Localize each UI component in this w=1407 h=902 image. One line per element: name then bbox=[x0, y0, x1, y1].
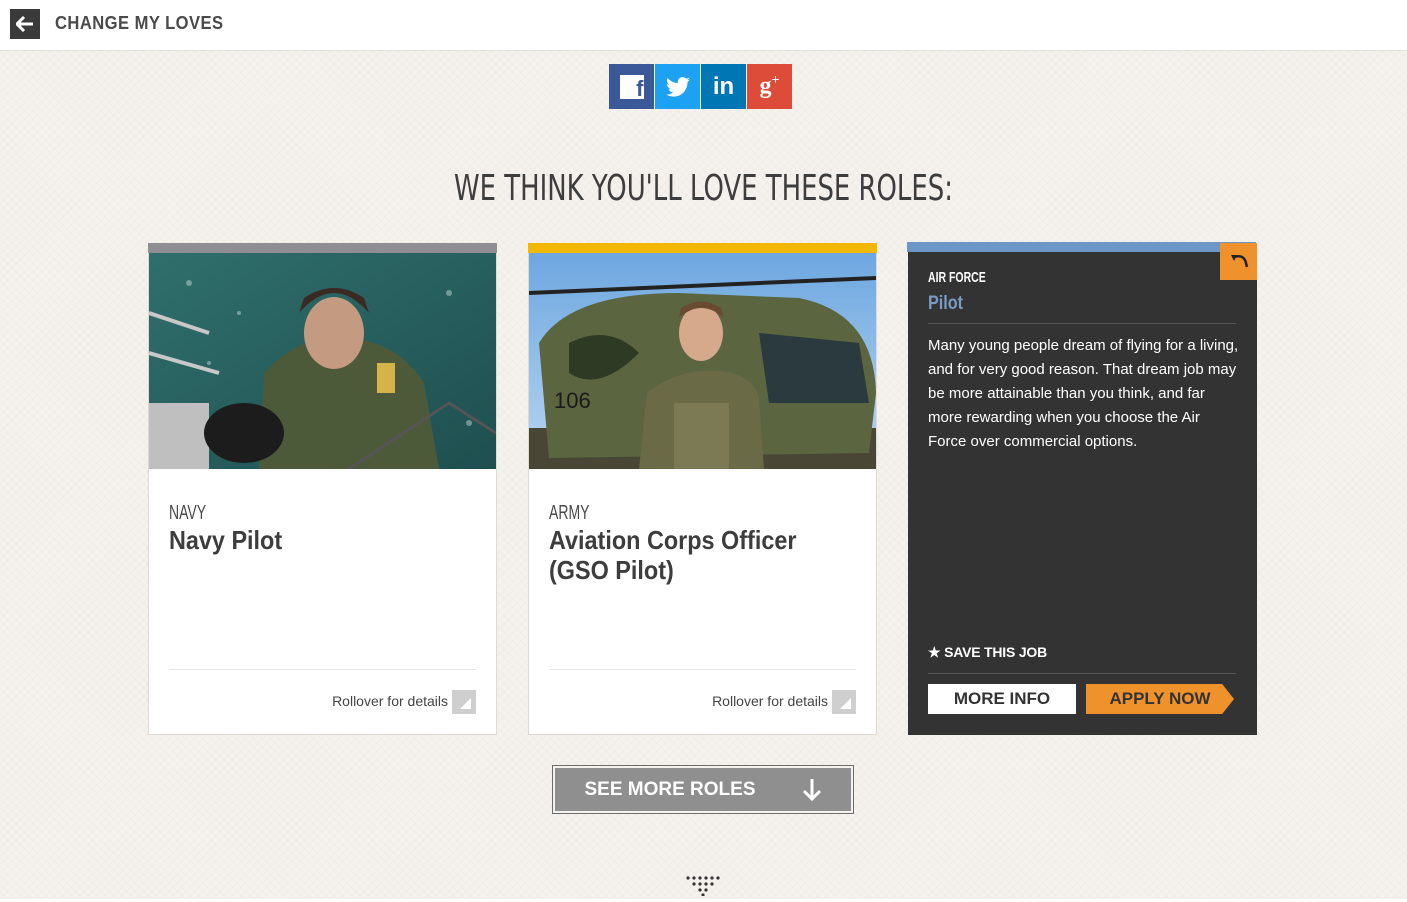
card-role-title: Aviation Corps Officer (GSO Pilot) bbox=[549, 525, 797, 585]
army-pilot-photo: 106 bbox=[529, 253, 876, 469]
more-info-button[interactable]: MORE INFO bbox=[928, 684, 1076, 714]
google-plus-share-button[interactable]: g+ bbox=[747, 64, 792, 109]
card-stripe bbox=[148, 243, 497, 253]
save-job-label: SAVE THIS JOB bbox=[944, 644, 1048, 660]
expand-corner-icon bbox=[452, 690, 476, 714]
card-stripe bbox=[907, 242, 1256, 252]
card-divider bbox=[549, 669, 856, 670]
card-divider bbox=[928, 323, 1236, 324]
card-stripe bbox=[528, 243, 877, 253]
rollover-hint: Rollover for details bbox=[712, 693, 828, 709]
role-card-army[interactable]: 106 ARMY Aviation Corps Officer (GSO Pil… bbox=[528, 243, 877, 735]
rollover-hint: Rollover for details bbox=[332, 693, 448, 709]
page-heading: WE THINK YOU'LL LOVE THESE ROLES: bbox=[454, 168, 953, 209]
twitter-icon bbox=[665, 76, 690, 97]
card-role-title: Navy Pilot bbox=[169, 525, 283, 555]
see-more-label: SEE MORE ROLES bbox=[584, 778, 756, 800]
star-icon: ★ bbox=[928, 644, 941, 660]
linkedin-icon: in bbox=[712, 72, 735, 100]
twitter-share-button[interactable] bbox=[655, 64, 700, 109]
arrow-left-icon bbox=[16, 16, 33, 32]
card-branch: NAVY bbox=[169, 502, 207, 524]
card-divider bbox=[169, 669, 476, 670]
save-job-button[interactable]: ★ SAVE THIS JOB bbox=[928, 644, 1047, 661]
flip-back-button[interactable] bbox=[1220, 243, 1257, 280]
svg-text:106: 106 bbox=[554, 388, 591, 413]
change-my-loves-link[interactable]: CHANGE MY LOVES bbox=[55, 13, 224, 34]
apply-now-button[interactable]: APPLY NOW bbox=[1086, 684, 1234, 714]
role-description: Many young people dream of flying for a … bbox=[928, 337, 1239, 450]
undo-arrow-icon bbox=[1230, 254, 1248, 267]
role-card-air-force[interactable]: AIR FORCE Pilot Many young people dream … bbox=[907, 242, 1257, 735]
social-share-bar: f in g+ bbox=[609, 64, 792, 109]
card-divider bbox=[928, 673, 1236, 674]
role-card-navy[interactable]: NAVY Navy Pilot Rollover for details bbox=[148, 243, 497, 735]
navy-pilot-photo bbox=[149, 253, 496, 469]
arrow-down-icon bbox=[802, 778, 821, 801]
back-button[interactable] bbox=[10, 9, 40, 39]
card-branch: ARMY bbox=[549, 502, 590, 524]
top-bar: CHANGE MY LOVES bbox=[0, 0, 1407, 51]
scroll-down-indicator[interactable] bbox=[686, 876, 722, 901]
card-role-title: Pilot bbox=[928, 293, 963, 314]
facebook-icon: f bbox=[619, 74, 644, 99]
expand-corner-icon bbox=[832, 690, 856, 714]
see-more-roles-button[interactable]: SEE MORE ROLES bbox=[552, 765, 854, 814]
google-plus-icon: g+ bbox=[759, 73, 780, 99]
card-branch: AIR FORCE bbox=[928, 269, 986, 286]
facebook-share-button[interactable]: f bbox=[609, 64, 654, 109]
linkedin-share-button[interactable]: in bbox=[701, 64, 746, 109]
